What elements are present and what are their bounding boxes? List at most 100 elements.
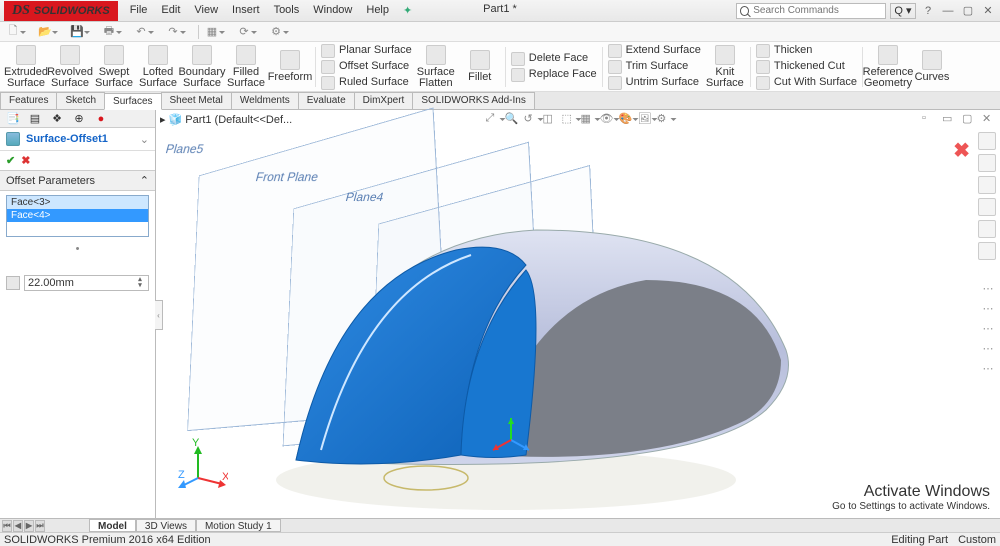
display-tab-icon[interactable]: ● — [94, 112, 108, 126]
rebuild-icon[interactable]: ⟳ — [237, 25, 251, 39]
delete-face-button[interactable]: Delete Face — [509, 51, 599, 66]
view-settings-icon[interactable]: ⚙ — [657, 112, 671, 126]
selection-item[interactable]: Face<3> — [7, 196, 148, 209]
appearances-icon[interactable] — [978, 220, 996, 238]
menu-view[interactable]: View — [188, 2, 224, 19]
reference-geometry-button[interactable]: Reference Geometry — [866, 44, 910, 90]
orientation-triad[interactable]: Y X Z — [178, 438, 228, 488]
property-tab-icon[interactable]: ▤ — [28, 112, 42, 126]
flyout-tree[interactable]: ▸ 🧊 Part1 (Default<<Def... — [160, 113, 292, 126]
menu-pin-icon[interactable]: ✦ — [397, 2, 418, 19]
fillet-button[interactable]: Fillet — [458, 44, 502, 90]
help-icon[interactable]: ? — [920, 4, 936, 18]
knit-surface-button[interactable]: Knit Surface — [703, 44, 747, 90]
tab-motion-study[interactable]: Motion Study 1 — [196, 519, 281, 532]
menu-file[interactable]: File — [124, 2, 154, 19]
feature-tree-tab-icon[interactable]: 📑 — [6, 112, 20, 126]
minimize-icon[interactable]: ― — [940, 4, 956, 18]
tab-3d-views[interactable]: 3D Views — [136, 519, 196, 532]
tab-surfaces[interactable]: Surfaces — [104, 93, 161, 110]
replace-face-button[interactable]: Replace Face — [509, 67, 599, 82]
redo-icon[interactable]: ↷ — [166, 25, 180, 39]
dock-icon[interactable]: ⋯ — [980, 300, 996, 316]
selection-list[interactable]: Face<3> Face<4> — [6, 195, 149, 237]
menu-help[interactable]: Help — [360, 2, 395, 19]
thickened-cut-button[interactable]: Thickened Cut — [754, 59, 859, 74]
doc-restore-icon[interactable]: ▭ — [942, 112, 956, 126]
panel-collapse-handle[interactable]: ‹ — [155, 300, 163, 330]
nav-prev-icon[interactable]: ◀ — [13, 520, 23, 532]
filled-surface-button[interactable]: Filled Surface — [224, 44, 268, 90]
design-library-icon[interactable] — [978, 154, 996, 172]
extruded-surface-button[interactable]: Extruded Surface — [4, 44, 48, 90]
menu-tools[interactable]: Tools — [268, 2, 306, 19]
tab-weldments[interactable]: Weldments — [231, 92, 299, 109]
section-view-icon[interactable]: ◫ — [543, 112, 557, 126]
expand-icon[interactable]: ▸ — [160, 113, 166, 126]
previous-view-icon[interactable]: ↺ — [524, 112, 538, 126]
trim-surface-button[interactable]: Trim Surface — [606, 59, 703, 74]
doc-close-icon[interactable]: ✕ — [982, 112, 996, 126]
ruled-surface-button[interactable]: Ruled Surface — [319, 75, 414, 90]
freeform-button[interactable]: Freeform — [268, 44, 312, 90]
zoom-fit-icon[interactable]: ⤢ — [486, 112, 500, 126]
nav-next-icon[interactable]: ▶ — [24, 520, 34, 532]
resources-icon[interactable] — [978, 132, 996, 150]
restore-icon[interactable]: ▢ — [960, 4, 976, 18]
distance-input[interactable]: 22.00mm ▴▾ — [24, 275, 149, 291]
menu-window[interactable]: Window — [307, 2, 358, 19]
open-doc-icon[interactable]: 📂 — [38, 25, 52, 39]
thicken-button[interactable]: Thicken — [754, 43, 859, 58]
hide-show-icon[interactable]: 👁 — [600, 112, 614, 126]
search-input[interactable] — [753, 5, 882, 16]
view-palette-icon[interactable] — [978, 198, 996, 216]
tab-model[interactable]: Model — [89, 519, 136, 532]
zoom-area-icon[interactable]: 🔍 — [505, 112, 519, 126]
selection-item[interactable]: Face<4> — [7, 209, 148, 222]
nav-first-icon[interactable]: ⏮ — [2, 520, 12, 532]
graphics-viewport[interactable]: ‹ ▸ 🧊 Part1 (Default<<Def... ⤢ 🔍 ↺ ◫ ⬚ ▦… — [156, 110, 1000, 518]
untrim-surface-button[interactable]: Untrim Surface — [606, 75, 703, 90]
extend-surface-button[interactable]: Extend Surface — [606, 43, 703, 58]
menu-insert[interactable]: Insert — [226, 2, 266, 19]
search-scope-dropdown[interactable]: Q ▾ — [890, 3, 916, 19]
config-tab-icon[interactable]: ❖ — [50, 112, 64, 126]
curves-button[interactable]: Curves — [910, 44, 954, 90]
cut-with-surface-button[interactable]: Cut With Surface — [754, 75, 859, 90]
tab-dimxpert[interactable]: DimXpert — [354, 92, 414, 109]
tab-evaluate[interactable]: Evaluate — [298, 92, 355, 109]
surface-flatten-button[interactable]: Surface Flatten — [414, 44, 458, 90]
dock-icon[interactable]: ⋯ — [980, 360, 996, 376]
nav-last-icon[interactable]: ⏭ — [35, 520, 45, 532]
apply-scene-icon[interactable]: 🖼 — [638, 112, 652, 126]
display-style-icon[interactable]: ▦ — [581, 112, 595, 126]
tab-features[interactable]: Features — [0, 92, 57, 109]
dimxpert-tab-icon[interactable]: ⊕ — [72, 112, 86, 126]
dock-icon[interactable]: ⋯ — [980, 340, 996, 356]
menu-edit[interactable]: Edit — [155, 2, 186, 19]
dock-icon[interactable]: ⋯ — [980, 320, 996, 336]
offset-surface-button[interactable]: Offset Surface — [319, 59, 414, 74]
view-orientation-icon[interactable]: ⬚ — [562, 112, 576, 126]
options-icon[interactable]: ⚙ — [269, 25, 283, 39]
revolved-surface-button[interactable]: Revolved Surface — [48, 44, 92, 90]
exit-sketch-icon[interactable]: ✖ — [953, 138, 970, 163]
boundary-surface-button[interactable]: Boundary Surface — [180, 44, 224, 90]
tab-sheet-metal[interactable]: Sheet Metal — [161, 92, 232, 109]
search-commands[interactable] — [736, 3, 886, 19]
undo-icon[interactable]: ↶ — [134, 25, 148, 39]
file-explorer-icon[interactable] — [978, 176, 996, 194]
drag-handle-icon[interactable]: • — [0, 243, 155, 255]
save-icon[interactable]: 💾 — [70, 25, 84, 39]
swept-surface-button[interactable]: Swept Surface — [92, 44, 136, 90]
pm-section-header[interactable]: Offset Parameters ⌃ — [0, 170, 155, 191]
spin-buttons[interactable]: ▴▾ — [135, 277, 145, 289]
doc-max-icon[interactable]: ▢ — [962, 112, 976, 126]
pm-menu-icon[interactable]: ⌄ — [140, 133, 149, 146]
lofted-surface-button[interactable]: Lofted Surface — [136, 44, 180, 90]
ok-button[interactable]: ✔ — [6, 154, 15, 167]
status-units[interactable]: Custom — [958, 534, 996, 546]
doc-min-icon[interactable]: ▫ — [922, 112, 936, 126]
tab-sketch[interactable]: Sketch — [56, 92, 105, 109]
dock-icon[interactable]: ⋯ — [980, 280, 996, 296]
